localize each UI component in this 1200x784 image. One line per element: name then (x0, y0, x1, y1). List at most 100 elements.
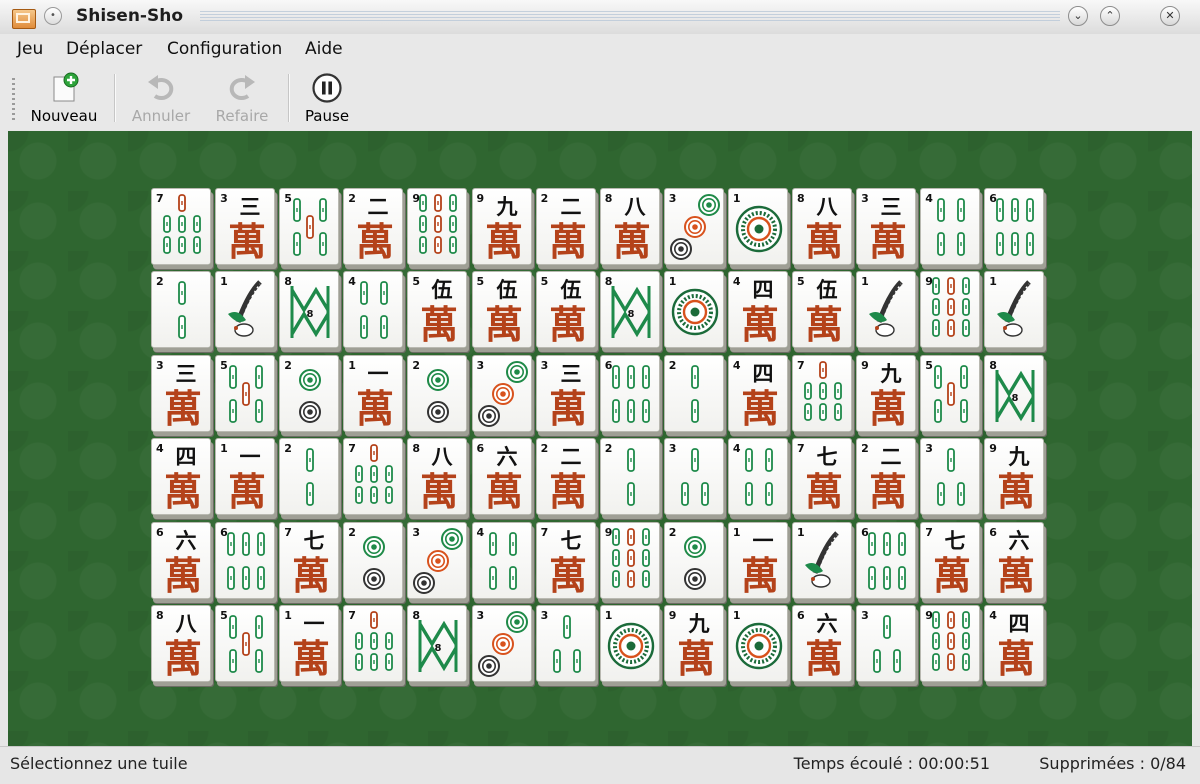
tile-circle-1[interactable]: 1 (599, 605, 660, 682)
menu-deplacer[interactable]: Déplacer (66, 39, 142, 59)
tile-character-8[interactable]: 8八萬 (151, 605, 211, 682)
tile-character-3[interactable]: 3三萬 (856, 188, 917, 265)
tile-character-4[interactable]: 4四萬 (984, 605, 1045, 682)
undo-button[interactable]: Annuler (126, 72, 196, 128)
tile-character-6[interactable]: 6六萬 (792, 605, 852, 682)
tile-character-8[interactable]: 8八萬 (599, 188, 660, 265)
tile-bamboo-1[interactable]: 1 (792, 521, 852, 599)
tile-bamboo-9[interactable]: 9 (920, 605, 981, 682)
tile-character-7[interactable]: 7七萬 (279, 521, 340, 599)
title-bar[interactable]: • Shisen-Sho ⌄ ⌃ ✕ (0, 0, 1200, 35)
tile-circle-3[interactable]: 3 (407, 521, 468, 599)
tile-bamboo-9[interactable]: 9 (920, 271, 981, 349)
tile-character-9[interactable]: 9九萬 (471, 188, 532, 265)
menu-jeu[interactable]: Jeu (17, 39, 43, 59)
tile-circle-3[interactable]: 3 (471, 354, 532, 432)
tile-character-9[interactable]: 9九萬 (984, 438, 1045, 516)
tile-bamboo-1[interactable]: 1 (215, 271, 276, 349)
tile-bamboo-2[interactable]: 2 (663, 354, 724, 432)
game-board[interactable]: 73三萬52二萬99九萬2二萬8八萬318八萬3三萬46218845伍萬5伍萬5… (8, 131, 1192, 746)
tile-bamboo-1[interactable]: 1 (856, 271, 917, 349)
menu-aide[interactable]: Aide (305, 39, 343, 59)
tile-bamboo-5[interactable]: 5 (279, 188, 340, 265)
tile-bamboo-6[interactable]: 6 (599, 354, 660, 432)
tile-bamboo-4[interactable]: 4 (343, 271, 404, 349)
tile-character-1[interactable]: 1一萬 (343, 354, 404, 432)
tile-bamboo-8[interactable]: 88 (407, 605, 468, 682)
tile-circle-2[interactable]: 2 (279, 354, 340, 432)
tile-bamboo-5[interactable]: 5 (215, 354, 276, 432)
tile-bamboo-8[interactable]: 88 (279, 271, 340, 349)
tile-bamboo-7[interactable]: 7 (792, 354, 852, 432)
tile-character-2[interactable]: 2二萬 (535, 438, 596, 516)
tile-bamboo-7[interactable]: 7 (151, 188, 211, 265)
tile-character-6[interactable]: 6六萬 (984, 521, 1045, 599)
minimize-icon[interactable]: ⌄ (1068, 6, 1088, 26)
redo-button[interactable]: Refaire (208, 72, 276, 128)
tile-bamboo-8[interactable]: 88 (984, 354, 1045, 432)
tile-bamboo-6[interactable]: 6 (856, 521, 917, 599)
tile-character-5[interactable]: 5伍萬 (407, 271, 468, 349)
tile-circle-2[interactable]: 2 (663, 521, 724, 599)
tile-character-2[interactable]: 2二萬 (856, 438, 917, 516)
tile-bamboo-3[interactable]: 3 (535, 605, 596, 682)
tile-bamboo-1[interactable]: 1 (984, 271, 1045, 349)
tile-character-5[interactable]: 5伍萬 (535, 271, 596, 349)
tile-character-9[interactable]: 9九萬 (856, 354, 917, 432)
tile-character-6[interactable]: 6六萬 (471, 438, 532, 516)
tile-bamboo-6[interactable]: 6 (215, 521, 276, 599)
tile-bamboo-4[interactable]: 4 (920, 188, 981, 265)
tile-character-4[interactable]: 4四萬 (727, 271, 788, 349)
tile-character-4[interactable]: 4四萬 (151, 438, 211, 516)
tile-character-2[interactable]: 2二萬 (343, 188, 404, 265)
tile-bamboo-7[interactable]: 7 (343, 438, 404, 516)
tile-bamboo-3[interactable]: 3 (663, 438, 724, 516)
tile-character-8[interactable]: 8八萬 (792, 188, 852, 265)
pause-button[interactable]: Pause (298, 72, 356, 128)
tile-bamboo-6[interactable]: 6 (984, 188, 1045, 265)
tile-character-1[interactable]: 1一萬 (279, 605, 340, 682)
tile-character-2[interactable]: 2二萬 (535, 188, 596, 265)
tile-circle-2[interactable]: 2 (407, 354, 468, 432)
maximize-icon[interactable]: ⌃ (1100, 6, 1120, 26)
tile-character-1[interactable]: 1一萬 (727, 521, 788, 599)
tile-circle-2[interactable]: 2 (343, 521, 404, 599)
tile-bamboo-2[interactable]: 2 (599, 438, 660, 516)
tile-bamboo-9[interactable]: 9 (407, 188, 468, 265)
tile-circle-3[interactable]: 3 (663, 188, 724, 265)
tile-character-3[interactable]: 3三萬 (535, 354, 596, 432)
tile-character-7[interactable]: 7七萬 (535, 521, 596, 599)
tile-bamboo-2[interactable]: 2 (279, 438, 340, 516)
menu-configuration[interactable]: Configuration (167, 39, 282, 59)
tile-character-3[interactable]: 3三萬 (215, 188, 276, 265)
close-icon[interactable]: ✕ (1160, 6, 1180, 26)
tile-circle-3[interactable]: 3 (471, 605, 532, 682)
tile-bamboo-5[interactable]: 5 (215, 605, 276, 682)
window-menu-button[interactable]: • (44, 7, 62, 25)
tile-bamboo-4[interactable]: 4 (727, 438, 788, 516)
tile-character-8[interactable]: 8八萬 (407, 438, 468, 516)
tile-bamboo-7[interactable]: 7 (343, 605, 404, 682)
tile-bamboo-3[interactable]: 3 (856, 605, 917, 682)
tile-character-5[interactable]: 5伍萬 (471, 271, 532, 349)
tile-bamboo-9[interactable]: 9 (599, 521, 660, 599)
new-game-button[interactable]: Nouveau (26, 72, 102, 128)
tile-character-7[interactable]: 7七萬 (920, 521, 981, 599)
tile-bamboo-8[interactable]: 88 (599, 271, 660, 349)
app-icon[interactable] (12, 9, 36, 29)
tile-bamboo-3[interactable]: 3 (920, 438, 981, 516)
tile-bamboo-4[interactable]: 4 (471, 521, 532, 599)
toolbar-grip[interactable] (12, 78, 15, 122)
tile-bamboo-5[interactable]: 5 (920, 354, 981, 432)
tile-bamboo-2[interactable]: 2 (151, 271, 211, 349)
tile-character-9[interactable]: 9九萬 (663, 605, 724, 682)
tile-circle-1[interactable]: 1 (727, 188, 788, 265)
tile-circle-1[interactable]: 1 (727, 605, 788, 682)
tile-character-4[interactable]: 4四萬 (727, 354, 788, 432)
tile-character-3[interactable]: 3三萬 (151, 354, 211, 432)
tile-circle-1[interactable]: 1 (663, 271, 724, 349)
tile-character-5[interactable]: 5伍萬 (792, 271, 852, 349)
tile-character-1[interactable]: 1一萬 (215, 438, 276, 516)
tile-character-6[interactable]: 6六萬 (151, 521, 211, 599)
tile-character-7[interactable]: 7七萬 (792, 438, 852, 516)
